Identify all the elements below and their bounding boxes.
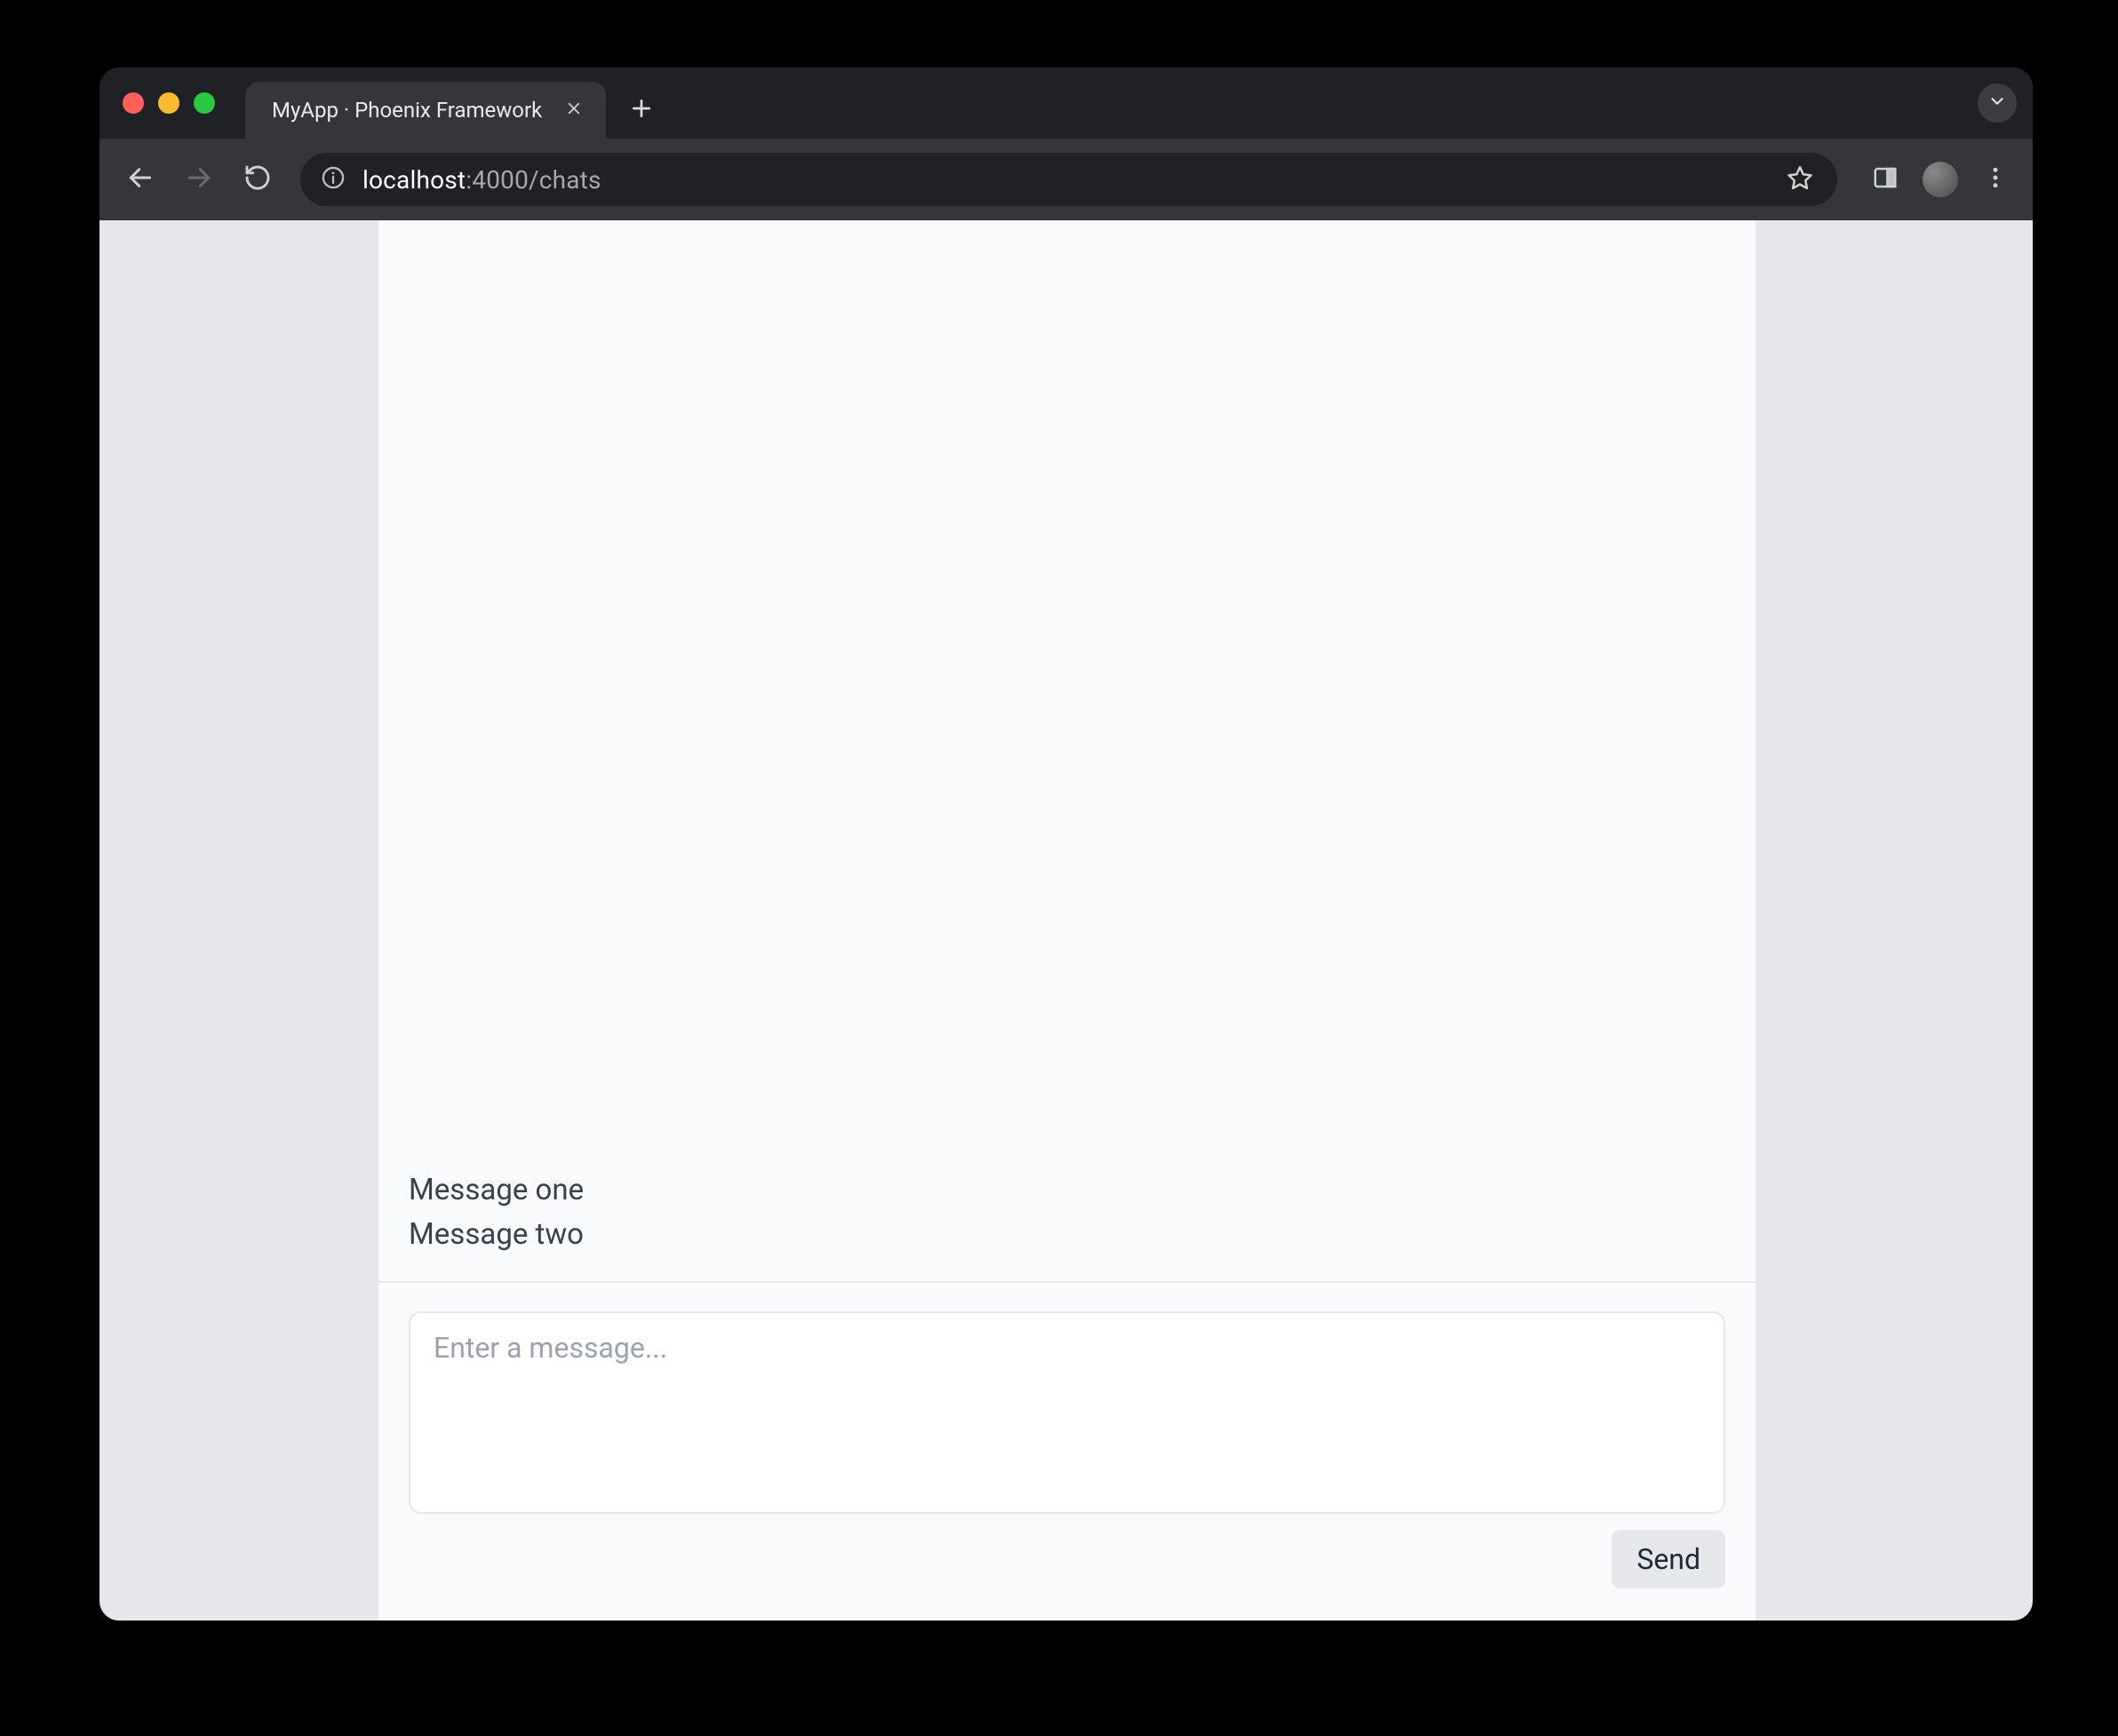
kebab-icon: [1982, 164, 2009, 195]
message-input[interactable]: [409, 1311, 1725, 1514]
browser-tab-title: MyApp · Phoenix Framework: [272, 98, 542, 123]
close-icon: [566, 100, 582, 120]
window-traffic-lights: [112, 92, 226, 139]
arrow-right-icon: [185, 163, 213, 195]
page-viewport: Message one Message two Send: [100, 220, 2033, 1621]
messages-pane[interactable]: Message one Message two: [378, 220, 1756, 1283]
message-item: Message two: [409, 1213, 1725, 1257]
browser-tab[interactable]: MyApp · Phoenix Framework: [245, 82, 606, 139]
window-minimize-button[interactable]: [158, 92, 179, 114]
send-button[interactable]: Send: [1612, 1530, 1725, 1589]
browser-menu-button[interactable]: [1974, 158, 2017, 201]
side-panel-button[interactable]: [1864, 158, 1907, 201]
forward-button[interactable]: [174, 155, 224, 204]
close-tab-button[interactable]: [561, 98, 586, 123]
profile-avatar-button[interactable]: [1923, 162, 1958, 197]
url-rest: :4000/chats: [466, 165, 601, 195]
send-row: Send: [409, 1530, 1725, 1589]
chat-container: Message one Message two Send: [378, 220, 1756, 1621]
url-host: localhost: [362, 165, 466, 195]
back-button[interactable]: [115, 155, 165, 204]
bookmark-button[interactable]: [1782, 162, 1818, 197]
address-bar[interactable]: localhost:4000/chats: [300, 153, 1837, 206]
panel-icon: [1872, 164, 1899, 195]
star-icon: [1787, 164, 1813, 195]
plus-icon: [630, 97, 653, 123]
tab-strip: MyApp · Phoenix Framework: [100, 68, 2033, 139]
site-info-button[interactable]: [320, 166, 346, 193]
window-close-button[interactable]: [123, 92, 144, 114]
toolbar-right: [1855, 158, 2017, 201]
browser-window: MyApp · Phoenix Framework: [100, 68, 2033, 1621]
reload-button[interactable]: [233, 155, 283, 204]
tabs-dropdown-button[interactable]: [1978, 84, 2017, 123]
new-tab-button[interactable]: [622, 91, 661, 130]
message-item: Message one: [409, 1168, 1725, 1213]
composer: Send: [378, 1283, 1756, 1621]
chevron-down-icon: [1987, 92, 2007, 115]
browser-toolbar: localhost:4000/chats: [100, 139, 2033, 220]
url-text: localhost:4000/chats: [362, 165, 1766, 195]
info-icon: [321, 165, 346, 194]
reload-icon: [243, 163, 272, 195]
arrow-left-icon: [126, 163, 155, 195]
window-maximize-button[interactable]: [194, 92, 215, 114]
